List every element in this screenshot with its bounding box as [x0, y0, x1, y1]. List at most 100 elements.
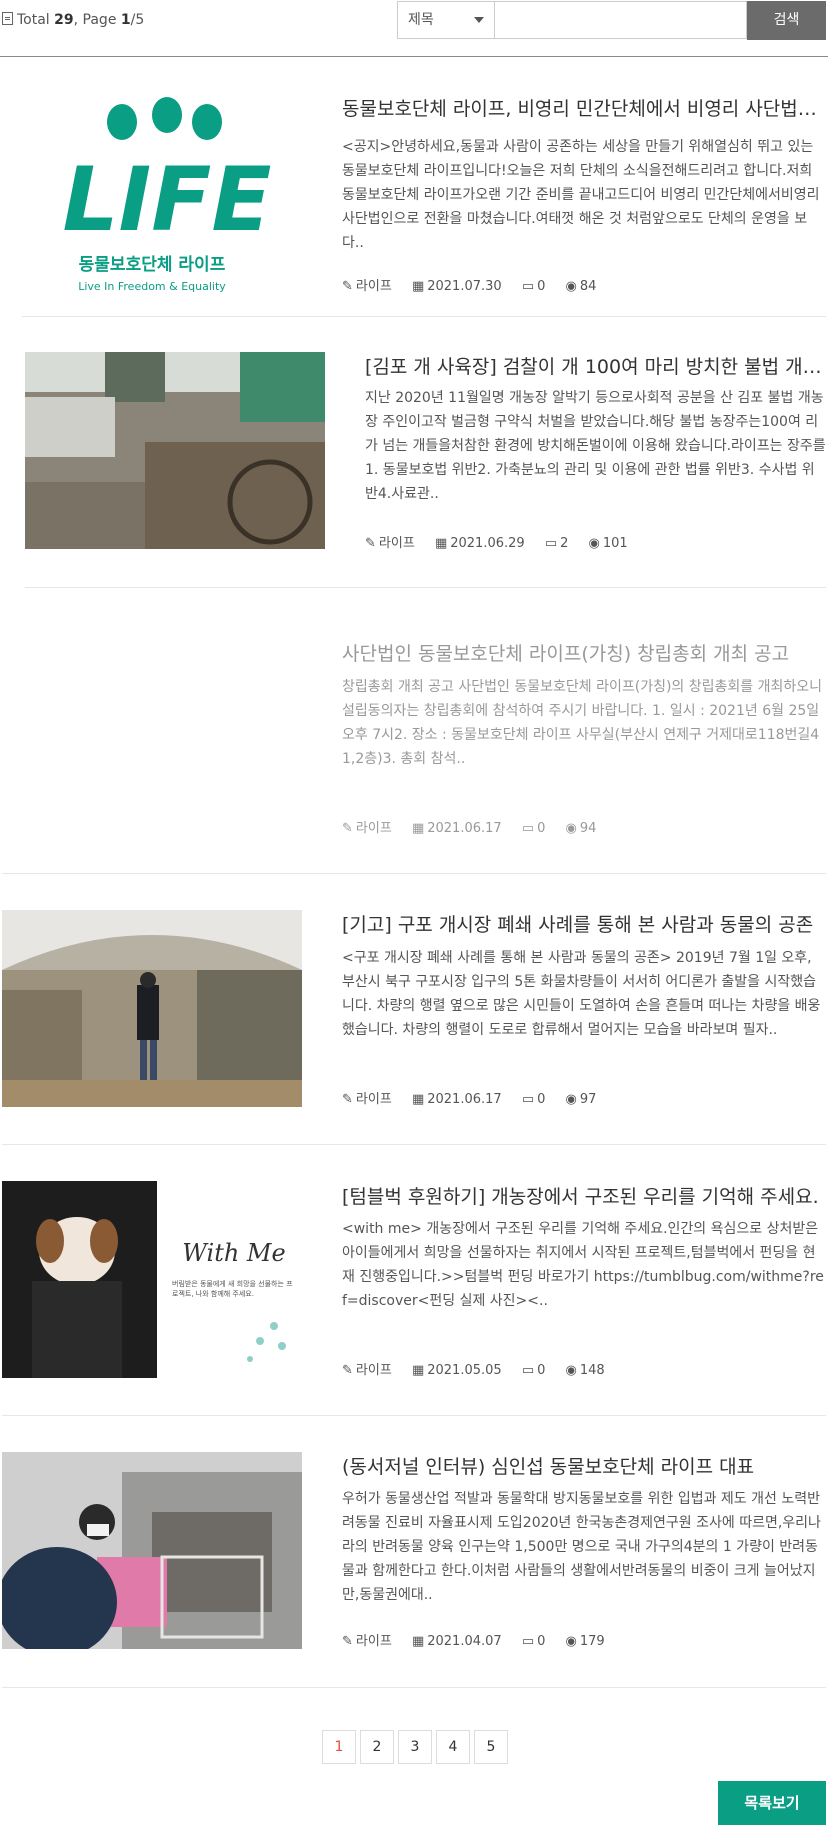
view-count: 97 [579, 1092, 597, 1107]
eye-icon: ◉ [565, 1363, 577, 1378]
comment-count: 0 [537, 279, 546, 294]
post-author: 라이프 [355, 1092, 392, 1107]
divider [2, 1144, 826, 1145]
search-input[interactable] [495, 1, 747, 39]
post-author: 라이프 [355, 1363, 392, 1378]
life-logo-image[interactable]: LIFE 동물보호단체 라이프 Live In Freedom & Equali… [22, 80, 282, 300]
view-count: 94 [579, 821, 597, 836]
comment-icon: ▭ [544, 536, 558, 551]
logo-word: LIFE [62, 148, 271, 251]
eye-icon: ◉ [565, 279, 577, 294]
page-link-3[interactable]: 3 [398, 1730, 432, 1764]
comment-icon: ▭ [521, 821, 535, 836]
post-title[interactable]: 사단법인 동물보호단체 라이프(가칭) 창립총회 개최 공고 [342, 639, 826, 666]
comment-icon: ▭ [521, 1363, 535, 1378]
with-me-image: With Me 버림받은 동물에게 새 희망을 선물하는 프로젝트, 나와 함께… [2, 1181, 302, 1378]
comment-count: 0 [537, 821, 546, 836]
calendar-icon: ▦ [411, 821, 425, 836]
post-author: 라이프 [355, 821, 392, 836]
edit-icon: ✎ [342, 1092, 353, 1107]
post-thumbnail[interactable] [25, 352, 325, 549]
comment-icon: ▭ [521, 1092, 535, 1107]
comment-count: 0 [537, 1634, 546, 1649]
divider [2, 873, 826, 874]
post-meta: ✎ 라이프 ▦ 2021.06.17 ▭ 0 ◉ 94 [342, 817, 612, 836]
post-excerpt: 우허가 동물생산업 적발과 동물학대 방지동물보호를 위한 입법과 제도 개선 … [342, 1491, 821, 1603]
view-count: 101 [602, 536, 628, 551]
comment-count: 0 [537, 1363, 546, 1378]
edit-icon: ✎ [342, 1363, 353, 1378]
post-date: 2021.06.17 [427, 1092, 502, 1107]
post-thumbnail[interactable] [2, 910, 302, 1107]
divider [22, 316, 826, 317]
view-count: 148 [579, 1363, 605, 1378]
comment-count: 0 [537, 1092, 546, 1107]
comment-icon: ▭ [521, 279, 535, 294]
post-date: 2021.07.30 [427, 279, 502, 294]
total-count: 29 [54, 12, 74, 28]
total-info: Total 29, Page 1/5 [2, 12, 144, 28]
svg-text:With Me: With Me [182, 1239, 285, 1267]
eye-icon: ◉ [565, 1634, 577, 1649]
post-author: 라이프 [378, 536, 415, 551]
page-link-5[interactable]: 5 [474, 1730, 508, 1764]
post-meta: ✎ 라이프 ▦ 2021.05.05 ▭ 0 ◉ 148 [342, 1359, 621, 1378]
divider [25, 587, 826, 588]
post-title[interactable]: [텀블벅 후원하기] 개농장에서 구조된 우리를 기억해 주세요. [342, 1182, 826, 1209]
post-author: 라이프 [355, 279, 392, 294]
post-meta: ✎ 라이프 ▦ 2021.06.29 ▭ 2 ◉ 101 [365, 532, 644, 551]
post-meta: ✎ 라이프 ▦ 2021.07.30 ▭ 0 ◉ 84 [342, 275, 612, 294]
post-author: 라이프 [355, 1634, 392, 1649]
edit-icon: ✎ [342, 279, 353, 294]
divider [2, 1415, 826, 1416]
eye-icon: ◉ [565, 821, 577, 836]
view-count: 179 [579, 1634, 605, 1649]
board-toolbar: Total 29, Page 1/5 제목 검색 [0, 0, 828, 57]
edit-icon: ✎ [365, 536, 376, 551]
paw-logo-icon: LIFE 동물보호단체 라이프 Live In Freedom & Equali… [62, 97, 272, 293]
post-title[interactable]: 동물보호단체 라이프, 비영리 민간단체에서 비영리 사단법인으로 [342, 94, 826, 121]
post-excerpt: <공지>안녕하세요,동물과 사람이 공존하는 세상을 만들기 위해열심히 뛰고 … [342, 139, 820, 251]
comment-icon: ▭ [521, 1634, 535, 1649]
svg-text:Live In Freedom & Equality: Live In Freedom & Equality [78, 280, 226, 293]
page-link-4[interactable]: 4 [436, 1730, 470, 1764]
page-link-1[interactable]: 1 [322, 1730, 356, 1764]
dog-market-photo [2, 910, 302, 1107]
svg-text:동물보호단체 라이프: 동물보호단체 라이프 [79, 255, 226, 275]
post-meta: ✎ 라이프 ▦ 2021.04.07 ▭ 0 ◉ 179 [342, 1630, 621, 1649]
search-field-select[interactable]: 제목 [397, 1, 495, 39]
current-page: 1 [120, 12, 131, 28]
chevron-down-icon [474, 17, 484, 23]
post-title[interactable]: [기고] 구포 개시장 폐쇄 사례를 통해 본 사람과 동물의 공존 [342, 910, 826, 937]
post-excerpt: 지난 2020년 11월일명 개농장 알박기 등으로사회적 공분을 산 김포 불… [365, 390, 826, 502]
post-excerpt: <구포 개시장 폐쇄 사례를 통해 본 사람과 동물의 공존> 2019년 7월… [342, 950, 821, 1038]
post-date: 2021.06.17 [427, 821, 502, 836]
post-thumbnail[interactable]: With Me 버림받은 동물에게 새 희망을 선물하는 프로젝트, 나와 함께… [2, 1181, 302, 1378]
calendar-icon: ▦ [411, 1092, 425, 1107]
view-count: 84 [579, 279, 597, 294]
comment-count: 2 [560, 536, 569, 551]
post-title[interactable]: (동서저널 인터뷰) 심인섭 동물보호단체 라이프 대표 [342, 1452, 826, 1479]
post-date: 2021.05.05 [427, 1363, 502, 1378]
rescue-photo [2, 1452, 302, 1649]
calendar-icon: ▦ [434, 536, 448, 551]
post-title[interactable]: [김포 개 사육장] 검찰이 개 100여 마리 방치한 불법 개농장 [365, 352, 826, 379]
page-link-2[interactable]: 2 [360, 1730, 394, 1764]
list-view-button[interactable]: 목록보기 [718, 1781, 826, 1825]
post-meta: ✎ 라이프 ▦ 2021.06.17 ▭ 0 ◉ 97 [342, 1088, 612, 1107]
dog-farm-photo [25, 352, 325, 549]
calendar-icon: ▦ [411, 1634, 425, 1649]
post-date: 2021.04.07 [427, 1634, 502, 1649]
post-excerpt: 창립총회 개최 공고 사단법인 동물보호단체 라이프(가칭)의 창립총회를 개최… [342, 679, 822, 767]
edit-icon: ✎ [342, 1634, 353, 1649]
post-excerpt: <with me> 개농장에서 구조된 우리를 기억해 주세요.인간의 욕심으로… [342, 1221, 824, 1309]
post-date: 2021.06.29 [450, 536, 525, 551]
calendar-icon: ▦ [411, 279, 425, 294]
edit-icon: ✎ [342, 821, 353, 836]
eye-icon: ◉ [565, 1092, 577, 1107]
post-thumbnail[interactable] [2, 1452, 302, 1649]
search-button[interactable]: 검색 [747, 1, 826, 40]
divider [2, 1687, 826, 1688]
calendar-icon: ▦ [411, 1363, 425, 1378]
document-icon [2, 12, 13, 25]
